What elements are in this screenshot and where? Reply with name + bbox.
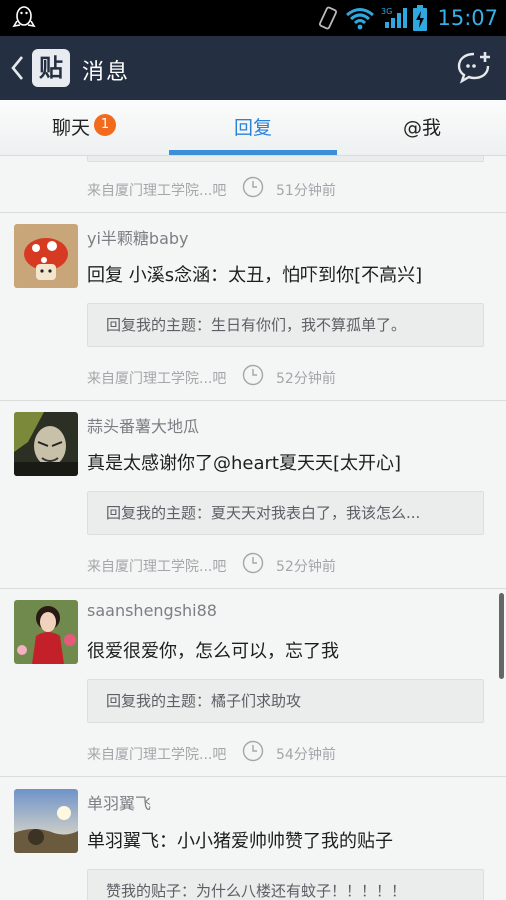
time-ago: 52分钟前 (276, 559, 336, 575)
tab-chat[interactable]: 聊天 1 (0, 100, 168, 156)
tab-bar: 聊天 1 回复 @我 (0, 100, 506, 156)
source-forum[interactable]: 来自厦门理工学院...吧 (87, 556, 226, 576)
reply-content: 真是太感谢你了@heart夏天天[太开心] (87, 453, 402, 474)
tab-reply[interactable]: 回复 (169, 100, 337, 156)
avatar[interactable] (14, 789, 78, 853)
reply-content: 单羽翼飞：小小猪爱帅帅赞了我的贴子 (87, 831, 393, 852)
username[interactable]: saanshengshi88 (87, 601, 217, 620)
list-item[interactable]: 蒜头番薯大地瓜 真是太感谢你了@heart夏天天[太开心] 回复我的主题：夏天天… (0, 401, 506, 588)
vibrate-icon (319, 6, 338, 30)
clock-time: 15:07 (437, 6, 498, 30)
page-title: 消息 (82, 60, 131, 85)
svg-text:3G: 3G (381, 7, 392, 16)
tab-at-me[interactable]: @我 (338, 100, 506, 156)
quoted-post[interactable]: 赞我的贴子：为什么八楼还有蚊子！！！！！ (87, 869, 484, 900)
list-item[interactable]: 来自厦门理工学院...吧 51分钟前 (0, 156, 506, 212)
quoted-post[interactable]: 回复我的主题：夏天天对我表白了，我该怎么... (87, 491, 484, 535)
list-item[interactable]: 单羽翼飞 单羽翼飞：小小猪爱帅帅赞了我的贴子 赞我的贴子：为什么八楼还有蚊子！！… (0, 777, 506, 900)
clock-icon (242, 364, 264, 386)
clock-icon (242, 740, 264, 762)
active-tab-indicator (169, 150, 337, 155)
source-forum[interactable]: 来自厦门理工学院...吧 (87, 368, 226, 388)
source-forum[interactable]: 来自厦门理工学院...吧 (87, 180, 226, 200)
wifi-icon (346, 8, 375, 30)
time-ago: 51分钟前 (276, 183, 336, 199)
tieba-logo[interactable]: 贴 (32, 49, 70, 87)
chat-bubble-plus-icon[interactable] (456, 50, 492, 86)
tab-reply-label: 回复 (233, 117, 272, 139)
avatar[interactable] (14, 412, 78, 476)
list-item[interactable]: yi半颗糖baby 回复 小溪s念涵：太丑，怕吓到你[不高兴] 回复我的主题：生… (0, 213, 506, 400)
avatar[interactable] (14, 600, 78, 664)
scrollbar[interactable] (499, 593, 504, 679)
time-ago: 54分钟前 (276, 747, 336, 763)
title-bar: 贴 消息 (0, 36, 506, 100)
list-item[interactable]: saanshengshi88 很爱很爱你，怎么可以，忘了我 回复我的主题：橘子们… (0, 589, 506, 776)
status-bar: 3G 15:07 (0, 0, 506, 36)
unread-badge: 1 (94, 114, 116, 136)
reply-content: 很爱很爱你，怎么可以，忘了我 (87, 641, 339, 662)
reply-content: 回复 小溪s念涵：太丑，怕吓到你[不高兴] (87, 265, 423, 286)
quoted-post[interactable] (87, 156, 484, 162)
battery-charging-icon (413, 5, 428, 31)
quoted-post[interactable]: 回复我的主题：橘子们求助攻 (87, 679, 484, 723)
signal-3g-icon: 3G (381, 7, 408, 28)
qq-penguin-icon (12, 6, 36, 28)
time-ago: 52分钟前 (276, 371, 336, 387)
clock-icon (242, 176, 264, 198)
tab-chat-label: 聊天 (51, 117, 90, 139)
source-forum[interactable]: 来自厦门理工学院...吧 (87, 744, 226, 764)
username[interactable]: 蒜头番薯大地瓜 (87, 413, 199, 437)
avatar[interactable] (14, 224, 78, 288)
quoted-post[interactable]: 回复我的主题：生日有你们，我不算孤单了。 (87, 303, 484, 347)
tab-at-me-label: @我 (402, 117, 441, 139)
back-chevron-icon[interactable] (8, 52, 28, 84)
clock-icon (242, 552, 264, 574)
reply-list[interactable]: 来自厦门理工学院...吧 51分钟前 yi半颗糖baby 回复 小溪s念涵：太丑… (0, 156, 506, 900)
username[interactable]: 单羽翼飞 (87, 790, 151, 814)
username[interactable]: yi半颗糖baby (87, 225, 189, 249)
